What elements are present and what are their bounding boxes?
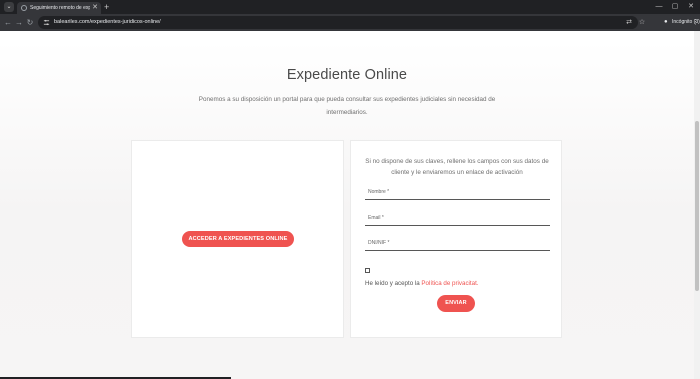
browser-toolbar: ← → ↻ baleariles.com/expedientes-juridic…	[0, 14, 700, 31]
incognito-icon: ●	[664, 19, 668, 25]
submit-button[interactable]: ENVIAR	[437, 295, 475, 312]
dni-field[interactable]: DNI/NIF *	[365, 236, 550, 251]
privacy-policy-link[interactable]: Política de privacitat.	[421, 280, 478, 287]
name-field-label: Nombre *	[368, 189, 390, 195]
access-card: ACCEDER A EXPEDIENTES ONLINE	[131, 140, 344, 338]
scrollbar-thumb[interactable]	[695, 121, 699, 291]
tab-favicon-icon	[21, 5, 27, 11]
consent-prefix: He leído y acepto la	[365, 280, 422, 287]
restore-icon[interactable]: ▢	[668, 1, 682, 13]
back-icon[interactable]: ←	[3, 17, 13, 28]
page-scrollbar[interactable]	[694, 31, 700, 379]
site-info-icon[interactable]	[43, 19, 50, 26]
email-field[interactable]: Email *	[365, 211, 550, 226]
tab-close-icon[interactable]: ✕	[92, 3, 98, 13]
forward-icon[interactable]: →	[14, 17, 24, 28]
tab-search-icon[interactable]: ⌄	[4, 2, 14, 12]
new-tab-button[interactable]: +	[104, 1, 109, 13]
browser-menu-icon[interactable]: ⋮	[692, 17, 699, 28]
url-text[interactable]: baleariles.com/expedientes-juridicos-onl…	[54, 18, 161, 27]
email-field-label: Email *	[368, 215, 384, 221]
consent-text: He leído y acepto la Política de privaci…	[365, 279, 479, 288]
minimize-icon[interactable]: —	[652, 1, 666, 13]
tab-title: Seguimiento remoto de expedi...	[30, 5, 90, 11]
access-expedientes-button[interactable]: ACCEDER A EXPEDIENTES ONLINE	[182, 231, 294, 247]
page-intro: Ponemos a su disposición un portal para …	[198, 96, 496, 116]
dni-field-label: DNI/NIF *	[368, 240, 390, 246]
address-bar[interactable]: baleariles.com/expedientes-juridicos-onl…	[38, 16, 645, 29]
browser-tab-bar: ⌄ Seguimiento remoto de expedi... ✕ + — …	[0, 0, 700, 14]
page-content: Expediente Online Ponemos a su disposici…	[0, 31, 694, 379]
translate-icon[interactable]: ⇄	[624, 18, 634, 27]
page-title: Expediente Online	[286, 67, 408, 83]
close-window-icon[interactable]: ✕	[684, 1, 698, 13]
name-field[interactable]: Nombre *	[365, 185, 550, 200]
reload-icon[interactable]: ↻	[25, 17, 35, 28]
activation-form-card: Si no dispone de sus claves, rellene los…	[350, 140, 562, 338]
form-description: Si no dispone de sus claves, rellene los…	[365, 158, 549, 176]
privacy-checkbox[interactable]	[365, 268, 370, 273]
bookmark-star-icon[interactable]: ☆	[637, 18, 647, 27]
browser-tab[interactable]: Seguimiento remoto de expedi... ✕	[17, 2, 101, 14]
